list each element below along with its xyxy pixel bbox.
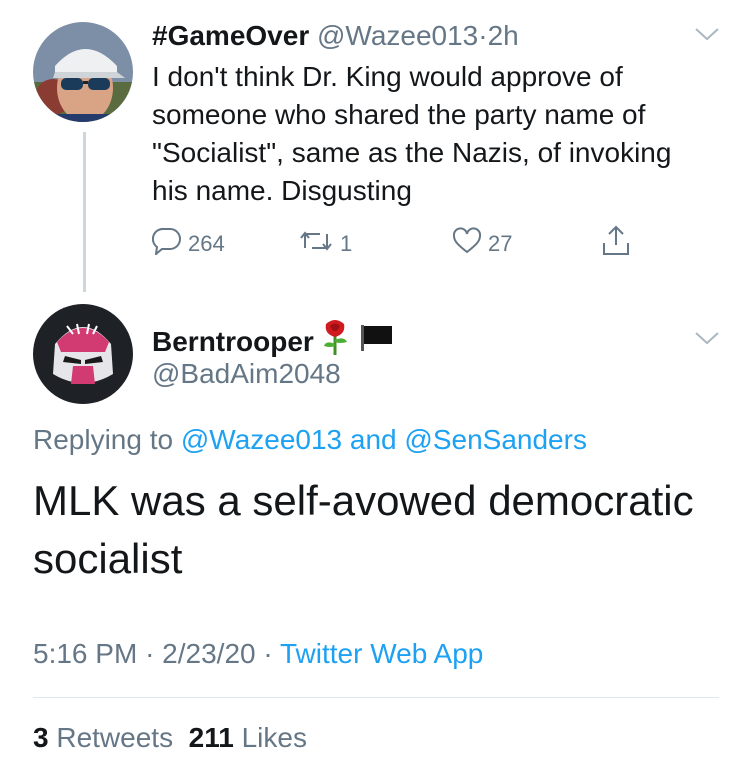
chevron-down-icon[interactable] bbox=[694, 330, 720, 346]
retweets-stat[interactable]: 3 Retweets bbox=[33, 722, 173, 753]
reply-count: 264 bbox=[188, 231, 225, 256]
share-button[interactable] bbox=[600, 225, 638, 263]
retweet-button[interactable]: 1 bbox=[298, 228, 352, 260]
replying-and[interactable]: and bbox=[350, 424, 397, 455]
replying-to-label: Replying to bbox=[33, 424, 174, 455]
reply-icon bbox=[151, 227, 188, 261]
meta-dot: · bbox=[145, 638, 155, 669]
handle[interactable]: @BadAim2048 bbox=[152, 356, 341, 392]
reply-button[interactable]: 264 bbox=[151, 227, 225, 261]
likes-label: Likes bbox=[241, 722, 307, 753]
tweet-header: #GameOver @Wazee013·2h bbox=[152, 18, 519, 54]
retweet-count: 1 bbox=[340, 231, 353, 256]
engagement-stats: 3 Retweets 211 Likes bbox=[33, 720, 307, 756]
tweet-time[interactable]: 5:16 PM bbox=[33, 638, 137, 669]
like-count: 27 bbox=[488, 231, 513, 256]
share-icon bbox=[600, 225, 638, 263]
retweets-label: Retweets bbox=[56, 722, 174, 753]
likes-count: 211 bbox=[188, 722, 234, 753]
like-icon bbox=[452, 227, 488, 261]
tweet-meta: 5:16 PM · 2/23/20 · Twitter Web App bbox=[33, 636, 483, 672]
source-link[interactable]: Twitter Web App bbox=[280, 638, 483, 669]
display-name[interactable]: #GameOver bbox=[152, 20, 309, 51]
display-name-text: Berntrooper bbox=[152, 325, 314, 357]
retweet-icon bbox=[298, 228, 340, 260]
black-flag-emoji bbox=[360, 324, 394, 360]
timestamp[interactable]: 2h bbox=[488, 20, 519, 51]
mention-link[interactable]: @Wazee013 bbox=[181, 424, 342, 455]
tweet-text: I don't think Dr. King would approve of … bbox=[152, 61, 672, 206]
mention-link[interactable]: @SenSanders bbox=[404, 424, 587, 455]
meta-dot: · bbox=[263, 638, 273, 669]
handle[interactable]: @Wazee013 bbox=[317, 20, 478, 51]
likes-stat[interactable]: 211 Likes bbox=[189, 722, 307, 753]
avatar[interactable] bbox=[33, 22, 133, 122]
avatar[interactable] bbox=[33, 304, 133, 404]
chevron-down-icon[interactable] bbox=[694, 26, 720, 42]
divider bbox=[33, 697, 719, 698]
like-button[interactable]: 27 bbox=[452, 227, 513, 261]
retweets-count: 3 bbox=[33, 722, 49, 753]
tweet-date[interactable]: 2/23/20 bbox=[162, 638, 255, 669]
replying-to: Replying to @Wazee013 and @SenSanders bbox=[33, 422, 587, 458]
tweet-text: MLK was a self-avowed democratic sociali… bbox=[33, 477, 694, 582]
thread-line bbox=[83, 132, 86, 292]
separator: · bbox=[478, 20, 488, 51]
